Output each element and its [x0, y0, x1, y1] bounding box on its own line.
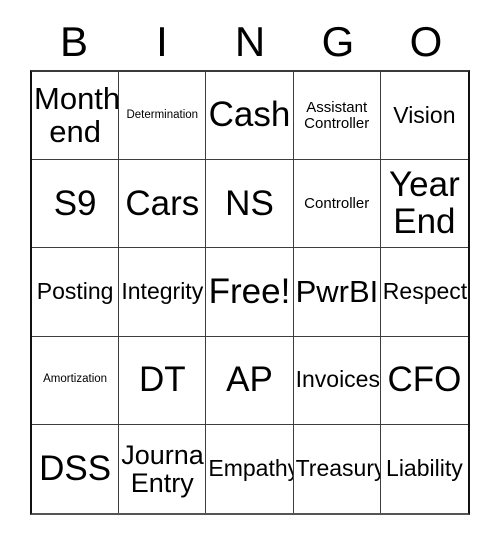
bingo-cell-label: S9 [53, 183, 97, 223]
bingo-cell-label: Journal Entry [121, 439, 207, 498]
bingo-header-row: B I N G O [30, 14, 470, 70]
bingo-cell-label: Liability [386, 454, 463, 481]
bingo-cell[interactable]: Cars [119, 160, 207, 249]
bingo-cell-label: Free! [208, 271, 291, 311]
bingo-cell[interactable]: NS [206, 160, 294, 249]
bingo-cell-free-space[interactable]: Free! [206, 248, 294, 337]
bingo-cell-label: DT [138, 360, 186, 399]
bingo-cell-label: Controller [304, 194, 370, 212]
bingo-cell[interactable]: DSS [32, 424, 120, 513]
bingo-cell[interactable]: Journal Entry [119, 424, 207, 513]
bingo-cell-label: Cash [208, 95, 291, 135]
bingo-cell[interactable]: Year End [380, 160, 468, 249]
bingo-cell-label: Integrity [121, 278, 204, 305]
header-letter-i: I [156, 18, 168, 65]
bingo-cell[interactable]: Posting [32, 248, 120, 337]
bingo-cell[interactable]: Respect [380, 248, 468, 337]
bingo-cell[interactable]: Treasury [293, 424, 381, 513]
bingo-cell-label: PwrBI [295, 273, 379, 309]
bingo-card: B I N G O Month end Determination Cash A… [0, 0, 500, 544]
bingo-cell[interactable]: Invoices [293, 336, 381, 425]
bingo-cell[interactable]: CFO [380, 336, 468, 425]
bingo-cell[interactable]: Determination [119, 72, 207, 161]
bingo-cell-label: DSS [39, 448, 112, 488]
bingo-cell[interactable]: DT [119, 336, 207, 425]
bingo-cell[interactable]: S9 [32, 160, 120, 249]
bingo-cell[interactable]: Assistant Controller [293, 72, 381, 161]
header-letter-n: N [234, 18, 266, 65]
bingo-cell-label: Treasury [295, 454, 381, 481]
bingo-cell[interactable]: Empathy [206, 424, 294, 513]
header-letter-g: G [321, 18, 355, 65]
bingo-cell-label: Month end [34, 81, 120, 149]
bingo-cell-label: Posting [36, 278, 114, 305]
bingo-cell-label: Determination [126, 108, 199, 121]
bingo-cell[interactable]: Cash [206, 72, 294, 161]
bingo-cell-label: NS [225, 183, 274, 223]
bingo-cell[interactable]: Amortization [32, 336, 120, 425]
bingo-cell[interactable]: Liability [380, 424, 468, 513]
bingo-cell-label: Empathy [208, 454, 294, 481]
header-letter-o: O [409, 18, 443, 65]
bingo-cell-label: Respect [382, 278, 468, 305]
bingo-cell-label: AP [226, 360, 273, 399]
bingo-cell-label: Invoices [295, 366, 380, 393]
header-letter-b: B [59, 18, 88, 65]
bingo-cell[interactable]: Month end [32, 72, 120, 161]
bingo-cell-label: CFO [387, 360, 462, 399]
bingo-cell-label: Year End [389, 165, 460, 241]
bingo-cell-label: Assistant Controller [304, 99, 370, 132]
bingo-cell[interactable]: Integrity [119, 248, 207, 337]
bingo-cell[interactable]: PwrBI [293, 248, 381, 337]
bingo-cell[interactable]: Controller [293, 160, 381, 249]
bingo-cell-label: Amortization [43, 373, 108, 386]
bingo-cell[interactable]: Vision [380, 72, 468, 161]
bingo-cell[interactable]: AP [206, 336, 294, 425]
bingo-cell-label: Vision [393, 101, 456, 128]
bingo-cell-label: Cars [125, 183, 200, 223]
bingo-grid: Month end Determination Cash Assistant C… [30, 70, 470, 515]
